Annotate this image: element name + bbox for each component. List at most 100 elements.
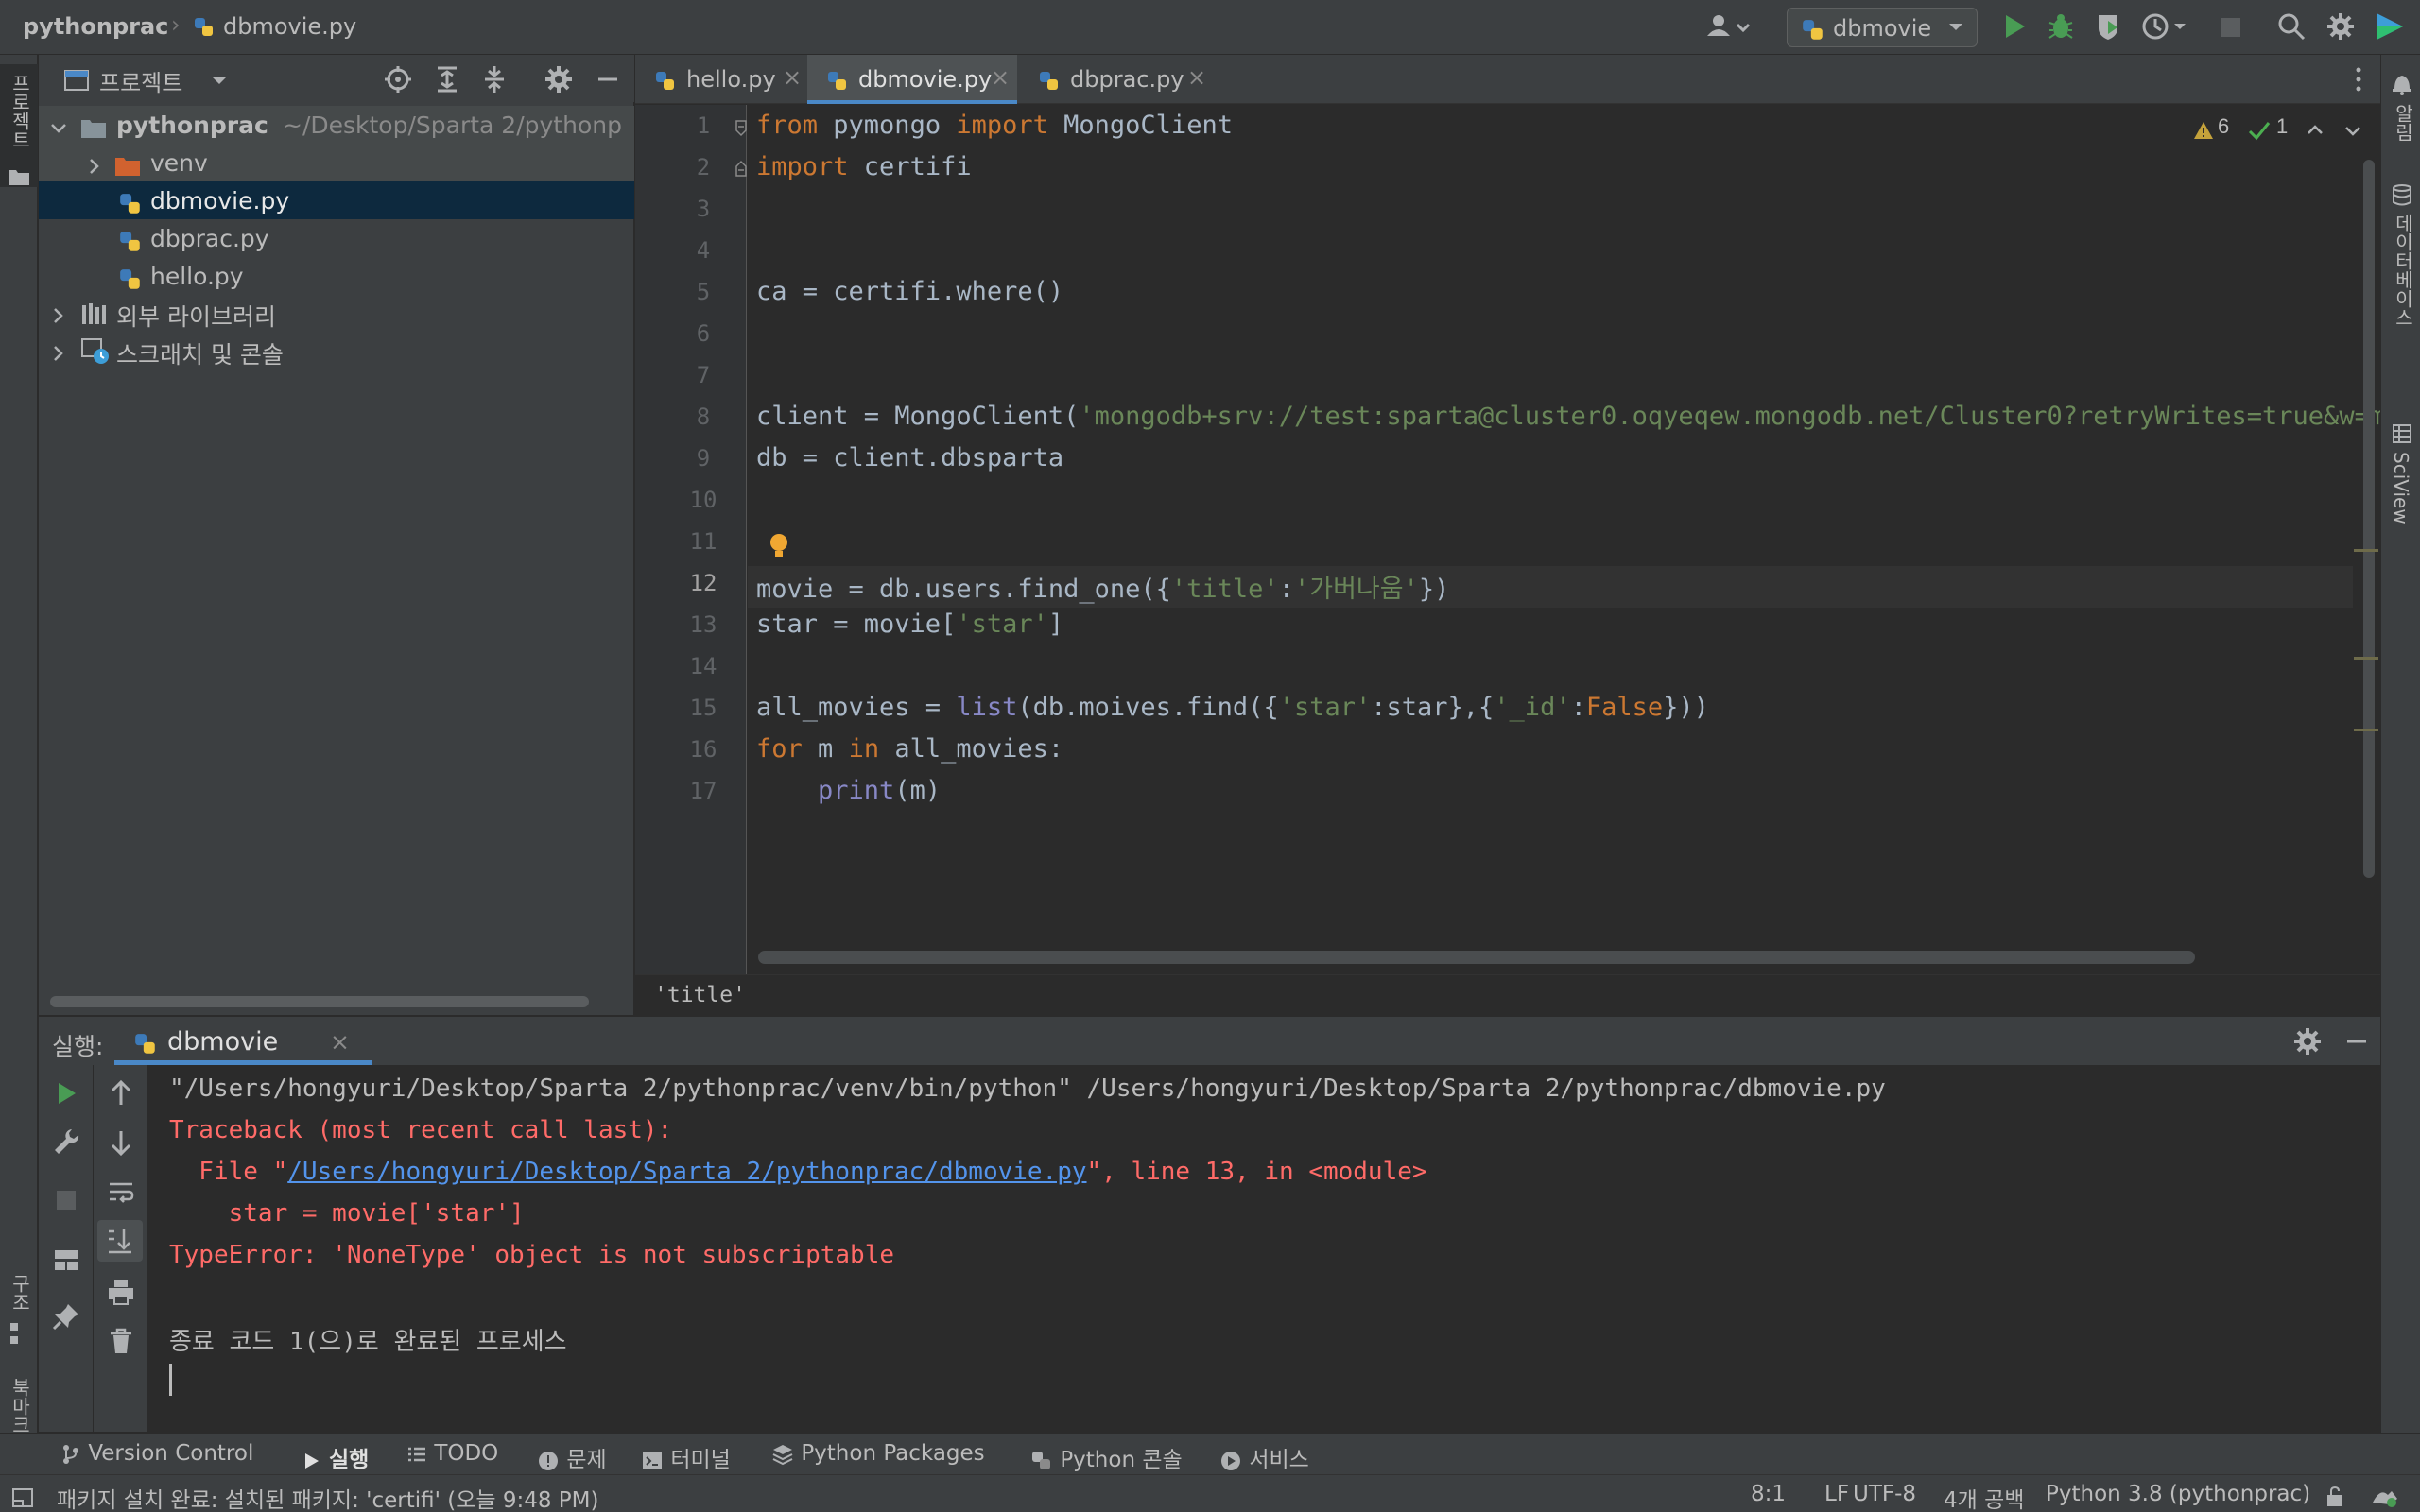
collapse-all-icon[interactable] bbox=[479, 64, 510, 94]
notifications-tool-label: 알림 bbox=[2392, 104, 2414, 142]
horizontal-scrollbar[interactable] bbox=[758, 951, 2195, 964]
jetbrains-ai-icon[interactable] bbox=[2373, 9, 2407, 43]
tab-python-packages[interactable]: Python Packages bbox=[771, 1441, 985, 1466]
hide-panel-icon[interactable] bbox=[2342, 1026, 2372, 1057]
fold-marker-icon[interactable] bbox=[734, 154, 749, 180]
trash-icon[interactable] bbox=[106, 1326, 136, 1356]
chevron-down-icon[interactable] bbox=[48, 113, 69, 141]
arrow-up-icon[interactable] bbox=[106, 1078, 136, 1108]
user-icon[interactable] bbox=[1705, 11, 1751, 42]
error-stripe-marker[interactable] bbox=[2354, 729, 2378, 731]
tree-item-dbprac[interactable]: dbprac.py bbox=[39, 219, 634, 257]
python-interpreter[interactable]: Python 3.8 (pythonprac) bbox=[2046, 1482, 2310, 1506]
profile-icon[interactable] bbox=[2140, 11, 2189, 42]
breadcrumb-project[interactable]: pythonprac bbox=[23, 13, 168, 40]
project-view-title[interactable]: 프로젝트 bbox=[99, 64, 182, 97]
file-encoding[interactable]: UTF-8 bbox=[1853, 1482, 1916, 1506]
run-console-output[interactable]: "/Users/hongyuri/Desktop/Sparta 2/python… bbox=[148, 1065, 2354, 1432]
expand-all-icon[interactable] bbox=[432, 64, 462, 94]
print-icon[interactable] bbox=[106, 1277, 136, 1307]
chevron-right-icon[interactable] bbox=[84, 151, 105, 179]
close-icon[interactable]: × bbox=[991, 64, 1010, 91]
tree-item-venv[interactable]: venv bbox=[39, 144, 634, 181]
indent-setting[interactable]: 4개 공백 bbox=[1944, 1482, 2024, 1512]
chevron-up-icon[interactable] bbox=[2305, 116, 2325, 143]
tab-label: 실행 bbox=[329, 1448, 370, 1472]
search-icon[interactable] bbox=[2276, 11, 2307, 42]
notifications-tool-button[interactable]: 알림 bbox=[2381, 64, 2420, 159]
tab-dbprac[interactable]: dbprac.py × bbox=[1019, 55, 1218, 104]
chevron-down-icon[interactable] bbox=[209, 66, 230, 94]
caret-position[interactable]: 8:1 bbox=[1751, 1482, 1786, 1506]
locate-file-icon[interactable] bbox=[383, 64, 413, 94]
chevron-right-icon[interactable] bbox=[48, 301, 69, 328]
scroll-to-end-button[interactable] bbox=[97, 1220, 143, 1262]
tab-python-console[interactable]: Python 콘솔 bbox=[1030, 1441, 1183, 1473]
breadcrumb-file[interactable]: dbmovie.py bbox=[223, 13, 356, 40]
console-scrollbar-track[interactable] bbox=[2354, 1065, 2380, 1432]
line-number: 4 bbox=[696, 237, 711, 264]
soft-wrap-icon[interactable] bbox=[106, 1177, 136, 1207]
warning-count[interactable]: 6 bbox=[2218, 114, 2229, 139]
tab-terminal[interactable]: 터미널 bbox=[641, 1441, 731, 1473]
toggle-tool-windows-icon[interactable] bbox=[11, 1484, 34, 1510]
settings-gear-icon[interactable] bbox=[2292, 1026, 2323, 1057]
close-icon[interactable]: × bbox=[783, 64, 802, 91]
pin-icon[interactable] bbox=[51, 1301, 81, 1332]
settings-gear-icon[interactable] bbox=[2325, 11, 2356, 42]
python-file-icon bbox=[118, 227, 143, 254]
inspection-profile-icon[interactable] bbox=[2371, 1483, 2399, 1509]
run-tab-dbmovie[interactable]: dbmovie × bbox=[114, 1017, 372, 1066]
line-number: 7 bbox=[696, 362, 711, 388]
error-stripe-marker[interactable] bbox=[2354, 549, 2378, 552]
console-file-link[interactable]: /Users/hongyuri/Desktop/Sparta 2/pythonp… bbox=[287, 1158, 1086, 1186]
layout-icon[interactable] bbox=[51, 1245, 81, 1275]
chevron-down-icon[interactable] bbox=[2342, 116, 2363, 143]
stop-icon[interactable] bbox=[2218, 13, 2244, 41]
close-icon[interactable]: × bbox=[1187, 64, 1206, 91]
line-separator[interactable]: LF bbox=[1824, 1482, 1849, 1506]
run-configuration-dropdown[interactable]: dbmovie bbox=[1787, 8, 1978, 47]
intention-bulb-icon[interactable] bbox=[768, 532, 790, 560]
warning-icon[interactable] bbox=[2193, 116, 2214, 143]
debug-icon[interactable] bbox=[2046, 11, 2076, 42]
tree-item-dbmovie[interactable]: dbmovie.py bbox=[39, 181, 634, 219]
run-icon[interactable] bbox=[1998, 11, 2029, 42]
stop-icon[interactable] bbox=[53, 1186, 79, 1213]
hide-panel-icon[interactable] bbox=[593, 64, 623, 94]
lock-icon[interactable] bbox=[2324, 1483, 2346, 1509]
tab-hello[interactable]: hello.py × bbox=[635, 55, 805, 104]
chevron-right-icon[interactable] bbox=[48, 338, 69, 366]
project-tool-button[interactable]: 프로젝트 bbox=[0, 64, 38, 187]
code-editor[interactable]: 1 2 3 4 5 6 7 8 9 10 11 12 13 14 15 16 1… bbox=[635, 105, 2400, 974]
database-tool-button[interactable]: 데이터베이스 bbox=[2381, 176, 2420, 384]
fold-marker-icon[interactable] bbox=[734, 114, 749, 141]
tab-version-control[interactable]: Version Control bbox=[60, 1441, 253, 1466]
settings-gear-icon[interactable] bbox=[544, 64, 574, 94]
tree-item-scratches[interactable]: 스크래치 및 콘솔 bbox=[39, 331, 634, 369]
vertical-scrollbar[interactable] bbox=[2363, 160, 2375, 878]
editor-breadcrumb[interactable]: 'title' bbox=[654, 983, 746, 1007]
tab-todo[interactable]: TODO bbox=[406, 1441, 498, 1466]
rerun-icon[interactable] bbox=[51, 1078, 81, 1108]
coverage-icon[interactable] bbox=[2093, 11, 2123, 42]
arrow-down-icon[interactable] bbox=[106, 1127, 136, 1158]
tree-item-external-libraries[interactable]: 외부 라이브러리 bbox=[39, 293, 634, 331]
tree-item-hello[interactable]: hello.py bbox=[39, 257, 634, 295]
run-tab-label: dbmovie bbox=[167, 1027, 279, 1057]
tab-dbmovie[interactable]: dbmovie.py × bbox=[807, 55, 1017, 104]
more-options-icon[interactable] bbox=[2352, 64, 2365, 94]
wrench-icon[interactable] bbox=[51, 1125, 81, 1156]
tree-item-project-root[interactable]: pythonprac ~/Desktop/Sparta 2/pythonp bbox=[39, 106, 634, 144]
status-message[interactable]: 패키지 설치 완료: 설치된 패키지: 'certifi' (오늘 9:48 P… bbox=[57, 1482, 599, 1512]
line-number: 10 bbox=[689, 487, 717, 513]
close-icon[interactable]: × bbox=[330, 1028, 350, 1056]
tab-run[interactable]: 실행 bbox=[301, 1441, 369, 1473]
horizontal-scrollbar[interactable] bbox=[50, 996, 589, 1007]
tab-problems[interactable]: 문제 bbox=[537, 1441, 607, 1473]
error-stripe-marker[interactable] bbox=[2354, 657, 2378, 660]
sciview-tool-button[interactable]: SciView bbox=[2381, 367, 2420, 546]
ok-count[interactable]: 1 bbox=[2276, 114, 2288, 139]
tab-services[interactable]: 서비스 bbox=[1219, 1441, 1309, 1473]
check-icon[interactable] bbox=[2248, 116, 2271, 143]
